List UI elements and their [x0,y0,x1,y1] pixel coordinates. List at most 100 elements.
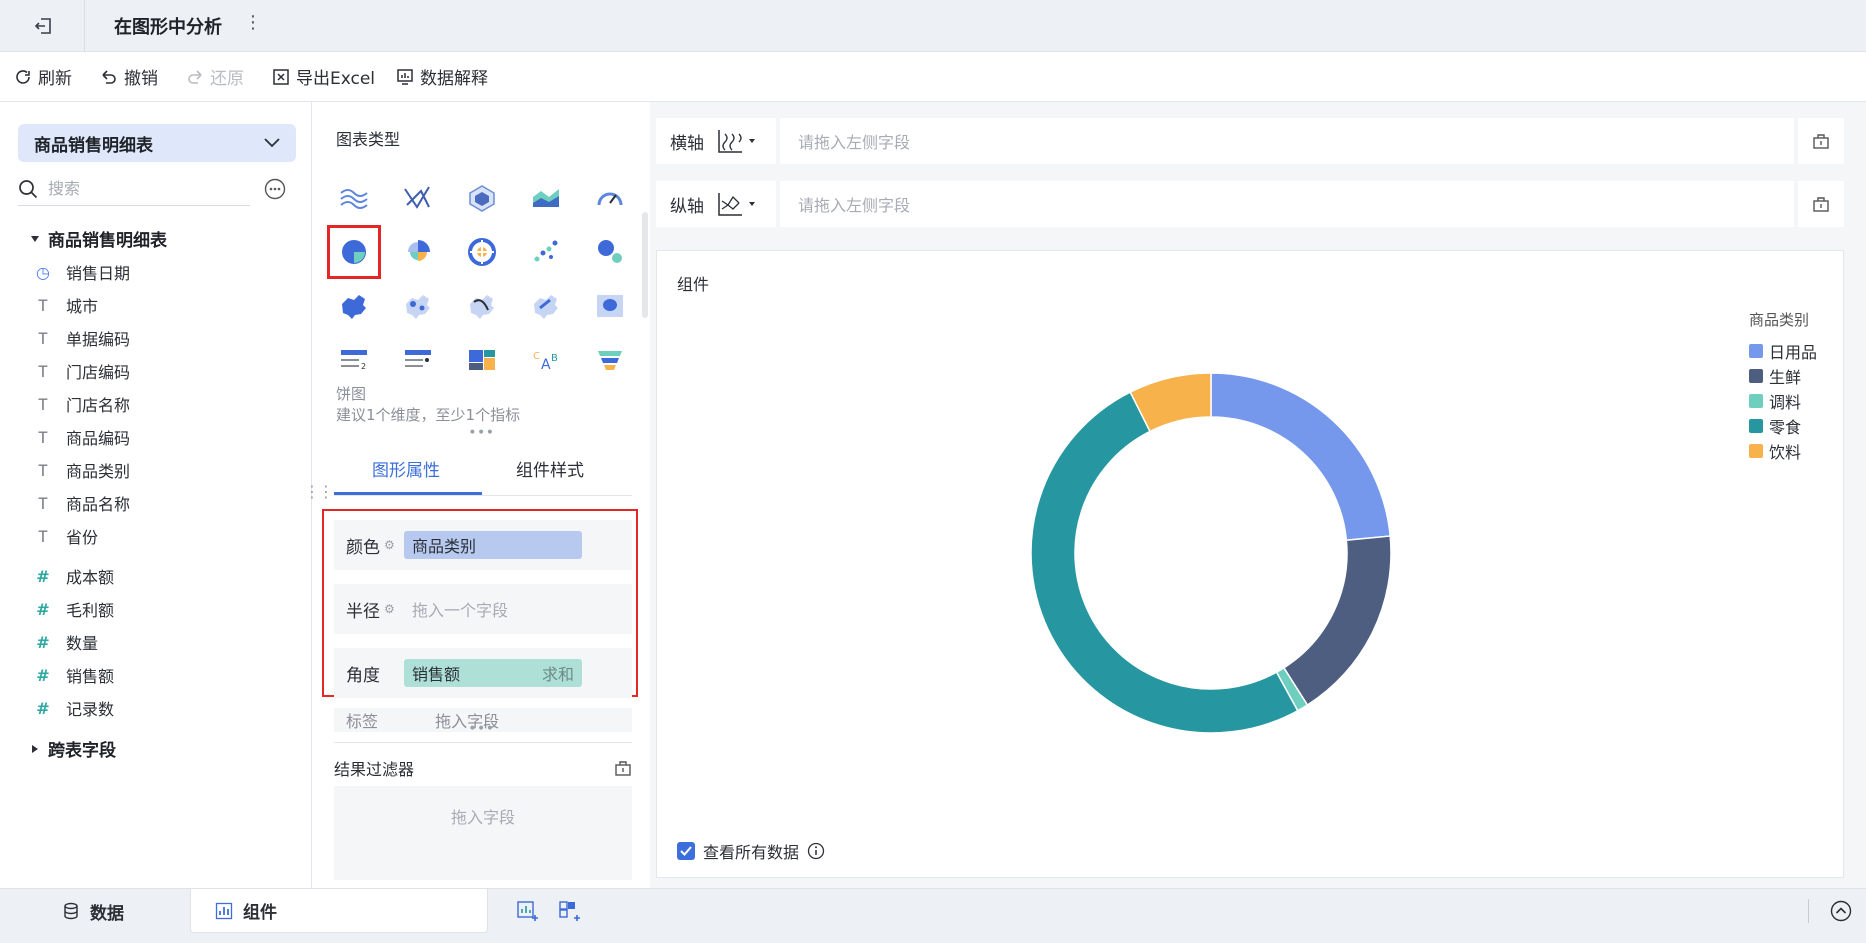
data-explain-button[interactable]: 数据解释 [396,64,488,89]
field-item[interactable]: T 省份 [34,522,98,550]
dataset-select[interactable]: 商品销售明细表 [18,124,296,162]
field-options-button[interactable] [264,178,286,205]
chart-type-heat-map[interactable] [524,284,568,328]
redo-button[interactable]: 还原 [186,64,244,89]
measure-item[interactable]: # 数量 [34,628,98,656]
undo-button[interactable]: 撤销 [100,64,158,89]
tab-component-style[interactable]: 组件样式 [516,456,584,481]
tab-graph-properties[interactable]: 图形属性 [372,456,440,481]
y-axis-clear-button[interactable] [1798,195,1844,213]
legend-item[interactable]: 调料 [1749,388,1817,413]
collapse-button[interactable] [1830,900,1852,927]
legend-item[interactable]: 零食 [1749,413,1817,438]
point-map-icon [406,295,430,319]
chart-type-bubble[interactable] [588,230,632,274]
angle-field-name: 销售额 [412,665,461,684]
chart-type-point-map[interactable] [396,284,440,328]
chart-type-pie[interactable] [327,225,381,279]
measure-item[interactable]: # 记录数 [34,694,114,722]
chart-type-table[interactable]: 2 [332,338,376,382]
settings-icon[interactable]: ⚙ [384,602,395,616]
view-all-checkbox[interactable] [677,842,695,860]
caret-right-icon [32,744,38,753]
field-label: 门店编码 [66,363,131,382]
field-item[interactable]: T 门店名称 [34,390,130,418]
view-all-data: 查看所有数据 [677,839,825,863]
chart-type-custom-map[interactable] [588,284,632,328]
cross-line-icon [404,186,430,209]
chart-type-word-cloud[interactable]: CAB [524,338,568,382]
y-axis-type-button[interactable] [716,191,776,217]
field-item[interactable]: T 商品类别 [34,456,130,484]
chart-type-multi-pie[interactable] [460,230,504,274]
measure-item[interactable]: # 销售额 [34,661,114,689]
donut-slice-1[interactable] [1282,535,1392,707]
x-axis-drop-zone[interactable]: 请拖入左侧字段 [776,118,1798,164]
more-options-icon[interactable]: ⋮ [244,12,262,33]
chart-type-radar-line[interactable] [396,176,440,220]
tab-data[interactable]: 数据 [38,889,148,933]
add-component-button[interactable] [516,900,540,927]
section-resize-handle[interactable]: ∙∙∙ [468,424,494,440]
result-filter-drop-zone[interactable]: 拖入字段 [334,786,632,880]
export-excel-button[interactable]: 导出Excel [272,64,375,89]
measure-item[interactable]: # 成本额 [34,562,114,590]
field-item[interactable]: T 商品编码 [34,423,130,451]
refresh-button[interactable]: 刷新 [14,64,72,89]
color-field-pill[interactable]: 商品类别 [404,531,582,559]
legend-item[interactable]: 生鲜 [1749,363,1817,388]
chart-type-radar[interactable] [460,176,504,220]
x-axis-type-button[interactable] [716,128,776,154]
config-tabs: 图形属性 组件样式 [334,440,632,496]
measure-label: 成本额 [66,568,115,587]
donut-slice-3[interactable] [1030,391,1299,734]
chart-type-cross-table[interactable] [396,338,440,382]
settings-icon[interactable]: ⚙ [384,538,395,552]
y-axis-drop-zone[interactable]: 请拖入左侧字段 [776,181,1798,227]
chart-type-rose[interactable] [396,230,440,274]
field-item[interactable]: T 城市 [34,291,98,319]
color-label-text: 颜色 [346,537,380,558]
chart-type-scrollbar[interactable] [642,212,648,318]
measure-item[interactable]: # 毛利额 [34,595,114,623]
table-group[interactable]: 商品销售明细表 [30,226,167,251]
chart-type-funnel[interactable] [588,338,632,382]
clear-icon[interactable] [614,759,632,777]
radius-drop-zone[interactable]: 拖入一个字段 [404,595,582,623]
tab-component[interactable]: 组件 [190,889,488,933]
cross-table-group[interactable]: 跨表字段 [30,736,116,761]
gauge-icon [597,192,623,206]
donut-slice-0[interactable] [1210,372,1392,542]
field-item[interactable]: ◷ 销售日期 [34,258,130,286]
rose-chart-icon [408,240,430,261]
chart-type-gauge[interactable] [588,176,632,220]
section-resize-handle[interactable]: ∙∙∙ [468,720,494,736]
field-item[interactable]: T 门店编码 [34,357,130,385]
chart-type-line[interactable] [332,176,376,220]
field-item[interactable]: T 商品名称 [34,489,130,517]
chart-type-scatter[interactable] [524,230,568,274]
chart-type-region-map[interactable] [332,284,376,328]
info-icon[interactable] [807,842,825,860]
chart-type-flow-map[interactable] [460,284,504,328]
field-item[interactable]: T 单据编码 [34,324,130,352]
x-axis-row: 横轴 请拖入左侧字段 [656,118,1844,164]
legend-item[interactable]: 日用品 [1749,338,1817,363]
x-axis-clear-button[interactable] [1798,132,1844,150]
chart-type-area[interactable] [524,176,568,220]
radius-property-row: 半径 ⚙ 拖入一个字段 [334,584,632,634]
chart-area: 横轴 请拖入左侧字段 纵轴 请拖入左侧字段 组件 商品类别 日用品 生鲜 调料 … [650,102,1866,888]
bubble-chart-icon [598,240,622,263]
text-type-icon: T [38,361,48,381]
add-dashboard-button[interactable] [558,900,582,927]
undo-icon [102,69,116,84]
exit-button[interactable] [28,12,58,40]
scatter-icon [534,240,558,262]
angle-field-pill[interactable]: 销售额 求和 [404,659,582,687]
flow-map-icon [470,295,494,319]
legend-item[interactable]: 饮料 [1749,438,1817,463]
angle-aggregation[interactable]: 求和 [542,661,574,685]
search-input[interactable] [48,179,228,198]
chart-type-treemap[interactable] [460,338,504,382]
legend-label: 饮料 [1769,442,1802,462]
